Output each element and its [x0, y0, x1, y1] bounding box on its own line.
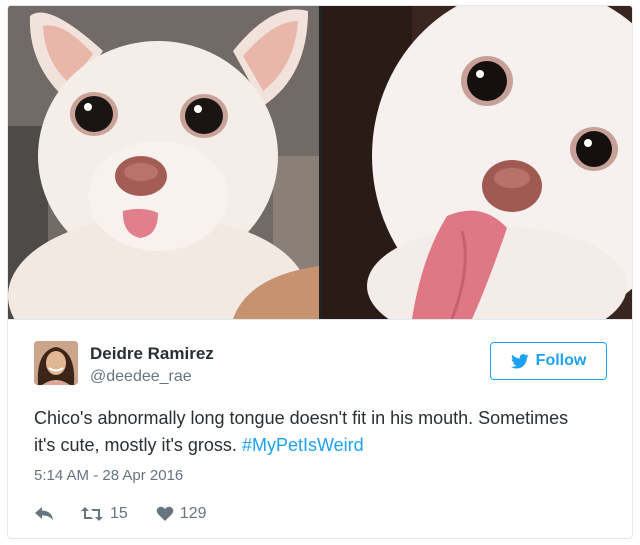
avatar-image [34, 341, 78, 385]
retweet-icon [81, 507, 103, 521]
dog-photo-right[interactable] [322, 6, 632, 319]
heart-icon [156, 506, 174, 521]
author-handle[interactable]: @deedee_rae [90, 368, 192, 386]
tweet-text: Chico's abnormally long tongue doesn't f… [34, 405, 594, 459]
hashtag-link[interactable]: #MyPetIsWeird [242, 435, 364, 455]
tweet-body: Deidre Ramirez @deedee_rae Follow Chico'… [8, 319, 632, 538]
author-name[interactable]: Deidre Ramirez [90, 344, 214, 364]
retweet-count: 15 [110, 505, 128, 522]
like-count: 129 [179, 505, 207, 522]
tweet-actions: 15 129 [34, 503, 207, 525]
retweet-button[interactable]: 15 [80, 505, 128, 523]
tweet-card: Deidre Ramirez @deedee_rae Follow Chico'… [7, 5, 633, 539]
follow-button[interactable]: Follow [490, 342, 607, 380]
tweet-timestamp[interactable]: 5:14 AM - 28 Apr 2016 [34, 467, 183, 484]
twitter-bird-icon [510, 353, 529, 368]
like-button[interactable]: 129 [156, 505, 207, 523]
avatar[interactable] [34, 341, 78, 385]
dog-photo-right-image [322, 6, 632, 319]
dog-photo-left-image [8, 6, 319, 319]
follow-label: Follow [535, 352, 587, 369]
dog-photo-left[interactable] [8, 6, 319, 319]
reply-icon [35, 507, 53, 520]
reply-button[interactable] [34, 506, 54, 522]
tweet-media[interactable] [8, 6, 632, 319]
